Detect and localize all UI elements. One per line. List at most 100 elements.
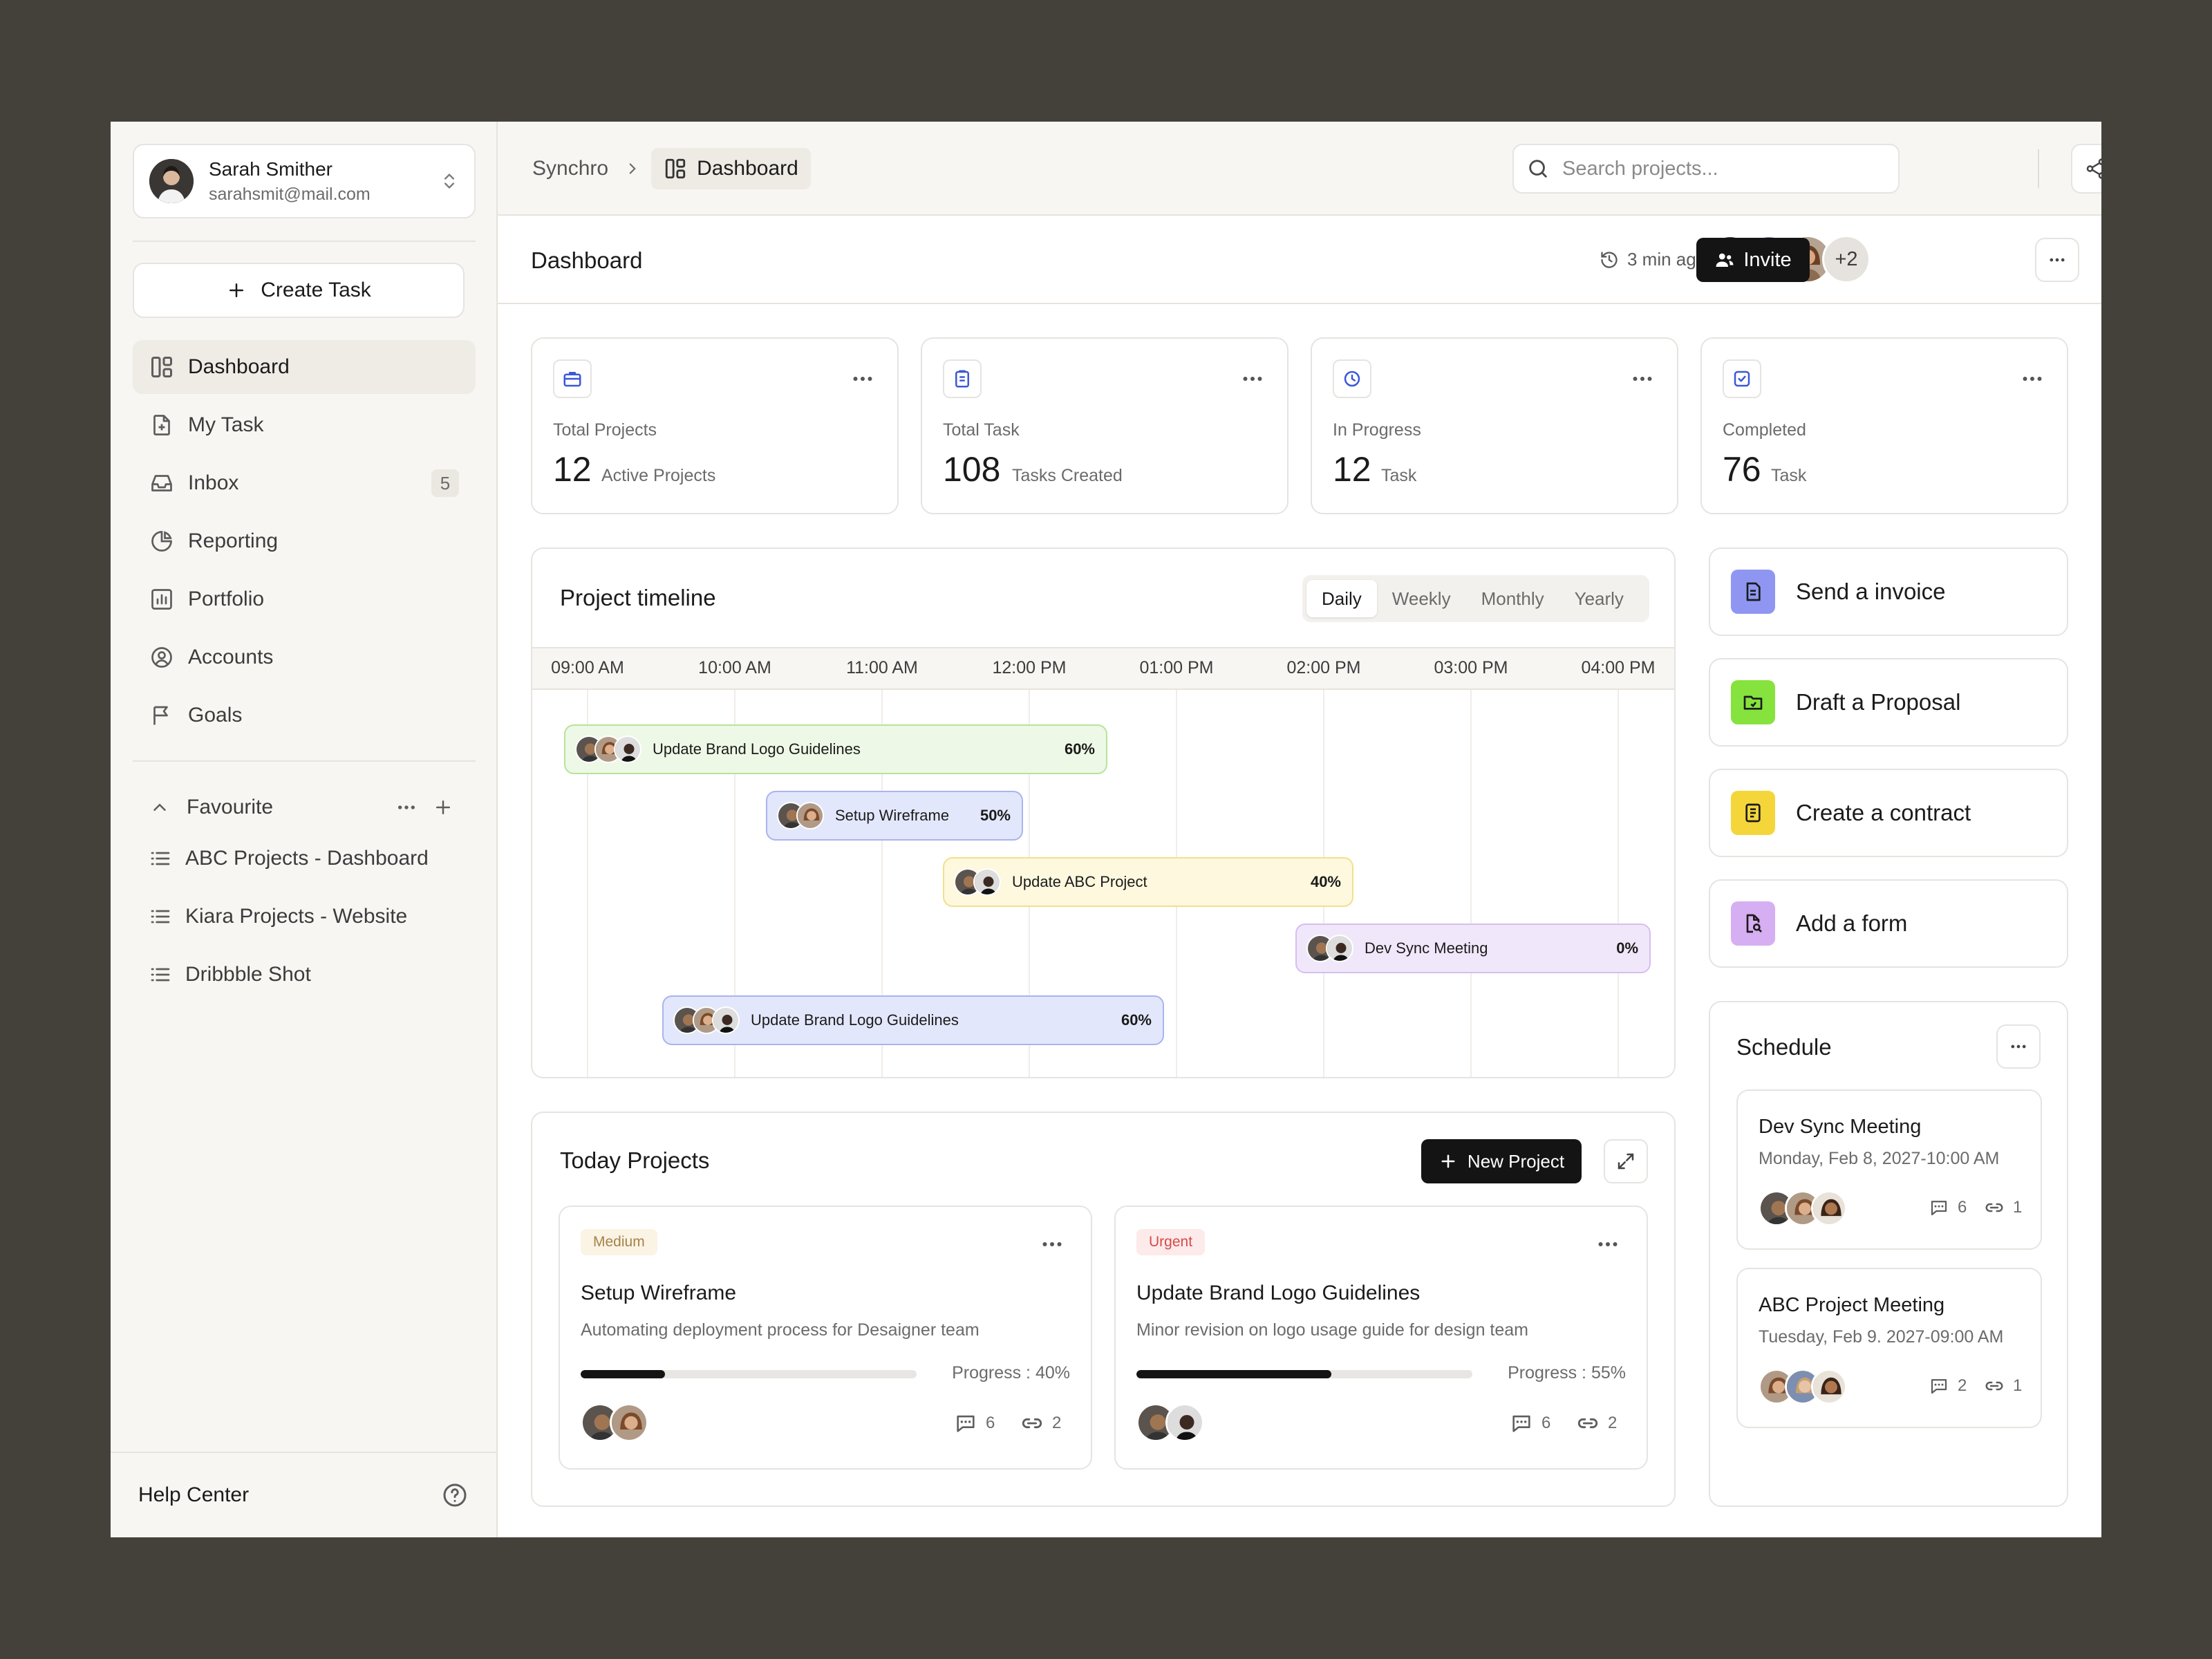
bar-chart-icon bbox=[149, 587, 174, 612]
card-menu-icon[interactable] bbox=[1630, 366, 1655, 391]
briefcase-icon bbox=[553, 359, 592, 398]
tab-yearly[interactable]: Yearly bbox=[1559, 580, 1639, 617]
timeline-task-bar[interactable]: Update Brand Logo Guidelines 60% bbox=[662, 995, 1164, 1045]
task-avatars bbox=[777, 802, 824, 830]
new-project-button[interactable]: New Project bbox=[1421, 1139, 1582, 1183]
stat-label: In Progress bbox=[1333, 420, 1421, 440]
last-updated-label: 3 min ago bbox=[1627, 249, 1707, 270]
favourite-item[interactable]: Dribbble Shot bbox=[149, 946, 467, 1004]
sidebar-item-inbox[interactable]: Inbox 5 bbox=[133, 456, 476, 510]
stat-card-completed: Completed 76 Task bbox=[1700, 337, 2068, 514]
list-icon bbox=[149, 964, 171, 986]
avatar bbox=[973, 868, 1001, 896]
project-card[interactable]: Urgent Update Brand Logo Guidelines Mino… bbox=[1114, 1206, 1648, 1470]
schedule-title: Schedule bbox=[1736, 1034, 1832, 1060]
schedule-panel: Schedule Dev Sync Meeting Monday, Feb 8,… bbox=[1709, 1001, 2068, 1507]
task-percent: 60% bbox=[1064, 740, 1095, 758]
message-icon bbox=[1929, 1197, 1949, 1218]
search-icon bbox=[1526, 157, 1550, 180]
action-label: Add a form bbox=[1796, 910, 1908, 936]
more-horizontal-icon bbox=[2047, 250, 2067, 270]
help-center-label: Help Center bbox=[138, 1483, 250, 1506]
schedule-item[interactable]: ABC Project Meeting Tuesday, Feb 9. 2027… bbox=[1736, 1268, 2042, 1428]
stat-card-total-task: Total Task 108 Tasks Created bbox=[921, 337, 1288, 514]
breadcrumb-root[interactable]: Synchro bbox=[532, 157, 608, 180]
progress-fill bbox=[581, 1370, 665, 1378]
add-favourite-icon[interactable] bbox=[433, 797, 453, 818]
expand-button[interactable] bbox=[1604, 1139, 1648, 1183]
favourite-header[interactable]: Favourite bbox=[149, 788, 453, 827]
sidebar-item-accounts[interactable]: Accounts bbox=[133, 630, 476, 684]
sidebar-item-goals[interactable]: Goals bbox=[133, 688, 476, 742]
card-menu-icon[interactable] bbox=[1595, 1232, 1620, 1257]
sidebar-item-label: Reporting bbox=[188, 529, 279, 552]
sidebar: Sarah Smither sarahsmit@mail.com Create … bbox=[111, 122, 498, 1537]
project-card[interactable]: Medium Setup Wireframe Automating deploy… bbox=[559, 1206, 1092, 1470]
project-avatars bbox=[581, 1403, 648, 1442]
action-create-contract[interactable]: Create a contract bbox=[1709, 769, 2068, 857]
sidebar-item-portfolio[interactable]: Portfolio bbox=[133, 572, 476, 626]
file-plus-icon bbox=[149, 413, 174, 438]
priority-badge: Medium bbox=[581, 1229, 657, 1255]
search-input[interactable]: Search projects... bbox=[1512, 144, 1900, 194]
stat-value: 12 bbox=[1333, 450, 1371, 489]
avatar bbox=[610, 1403, 648, 1442]
hour-label: 03:00 PM bbox=[1434, 658, 1508, 677]
card-menu-icon[interactable] bbox=[850, 366, 875, 391]
more-options-button[interactable] bbox=[2035, 238, 2079, 282]
check-square-icon bbox=[1723, 359, 1761, 398]
invite-button[interactable]: Invite bbox=[1696, 238, 1810, 282]
create-task-button[interactable]: Create Task bbox=[133, 263, 465, 318]
tab-weekly[interactable]: Weekly bbox=[1377, 580, 1466, 617]
avatar bbox=[1811, 1369, 1847, 1405]
project-description: Automating deployment process for Desaig… bbox=[581, 1320, 980, 1340]
card-menu-icon[interactable] bbox=[2020, 366, 2045, 391]
timeline-task-bar[interactable]: Update ABC Project 40% bbox=[943, 857, 1353, 907]
breadcrumb-current[interactable]: Dashboard bbox=[651, 148, 811, 189]
timeline-task-bar[interactable]: Setup Wireframe 50% bbox=[766, 791, 1023, 841]
help-center[interactable]: Help Center bbox=[111, 1452, 496, 1537]
avatar bbox=[712, 1006, 740, 1034]
action-add-form[interactable]: Add a form bbox=[1709, 879, 2068, 968]
task-avatars bbox=[1306, 935, 1353, 962]
share-button[interactable] bbox=[2071, 144, 2101, 194]
sidebar-item-my-task[interactable]: My Task bbox=[133, 398, 476, 452]
task-name: Setup Wireframe bbox=[835, 807, 950, 824]
card-menu-icon[interactable] bbox=[1040, 1232, 1065, 1257]
tab-monthly[interactable]: Monthly bbox=[1466, 580, 1559, 617]
avatar bbox=[614, 735, 641, 763]
sidebar-item-label: Inbox bbox=[188, 471, 239, 494]
favourite-item[interactable]: ABC Projects - Dashboard bbox=[149, 830, 467, 888]
timeline-hours: 09:00 AM 10:00 AM 11:00 AM 12:00 PM 01:0… bbox=[532, 647, 1674, 690]
favourite-item[interactable]: Kiara Projects - Website bbox=[149, 888, 467, 946]
timeline-task-bar[interactable]: Dev Sync Meeting 0% bbox=[1295, 924, 1651, 973]
stat-card-in-progress: In Progress 12 Task bbox=[1311, 337, 1678, 514]
user-switcher[interactable]: Sarah Smither sarahsmit@mail.com bbox=[133, 144, 476, 218]
tab-daily[interactable]: Daily bbox=[1306, 580, 1377, 617]
sidebar-item-dashboard[interactable]: Dashboard bbox=[133, 340, 476, 394]
stat-subtitle: Tasks Created bbox=[1012, 466, 1123, 485]
task-name: Dev Sync Meeting bbox=[1365, 939, 1488, 957]
sidebar-item-reporting[interactable]: Reporting bbox=[133, 514, 476, 568]
action-send-invoice[interactable]: Send a invoice bbox=[1709, 547, 2068, 636]
task-avatars bbox=[954, 868, 1001, 896]
schedule-item[interactable]: Dev Sync Meeting Monday, Feb 8, 2027-10:… bbox=[1736, 1089, 2042, 1250]
project-description: Minor revision on logo usage guide for d… bbox=[1136, 1320, 1529, 1340]
favourite-item-label: Dribbble Shot bbox=[185, 963, 311, 986]
clipboard-icon bbox=[943, 359, 982, 398]
link-icon bbox=[1576, 1412, 1600, 1435]
clock-icon bbox=[1333, 359, 1371, 398]
card-menu-icon[interactable] bbox=[1240, 366, 1265, 391]
schedule-menu-button[interactable] bbox=[1996, 1024, 2041, 1069]
stat-label: Total Projects bbox=[553, 420, 657, 440]
avatar bbox=[1326, 935, 1353, 962]
stat-card-total-projects: Total Projects 12 Active Projects bbox=[531, 337, 899, 514]
stat-value: 12 bbox=[553, 450, 592, 489]
search-placeholder: Search projects... bbox=[1562, 157, 1718, 180]
create-task-label: Create Task bbox=[261, 279, 371, 301]
more-horizontal-icon[interactable] bbox=[395, 796, 418, 818]
action-draft-proposal[interactable]: Draft a Proposal bbox=[1709, 658, 2068, 747]
list-icon bbox=[149, 906, 171, 928]
timeline-task-bar[interactable]: Update Brand Logo Guidelines 60% bbox=[564, 724, 1107, 774]
layout-icon bbox=[664, 157, 687, 180]
